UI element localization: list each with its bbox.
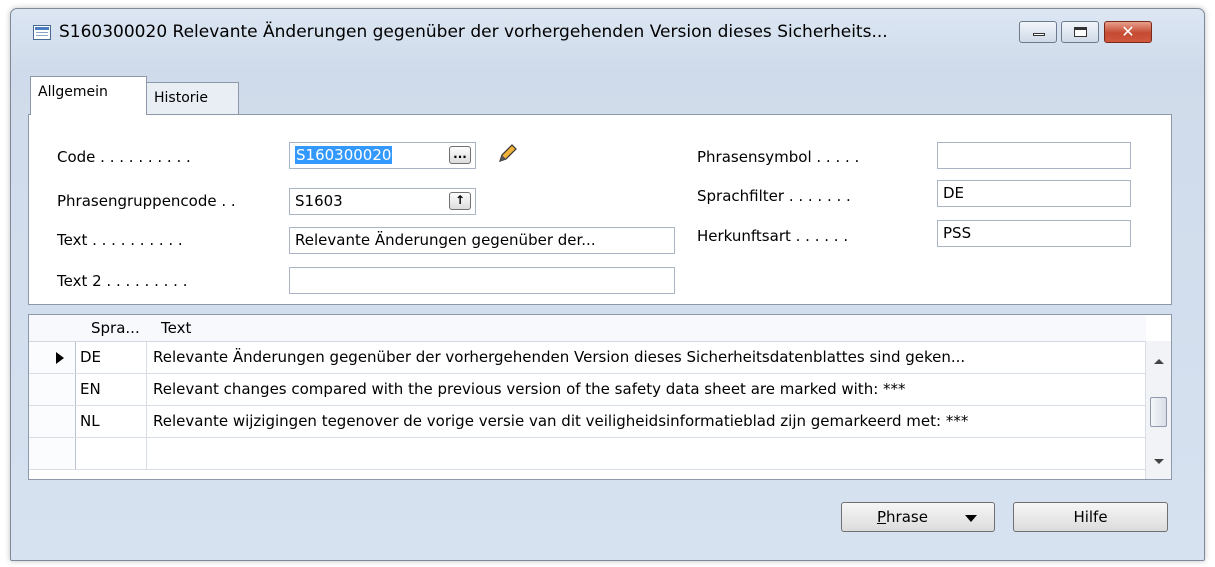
- close-button[interactable]: ✕: [1104, 21, 1152, 43]
- cell-language[interactable]: [80, 438, 147, 469]
- table-row[interactable]: NL Relevante wijzigingen tegenover de vo…: [29, 406, 1146, 438]
- row-selector[interactable]: [29, 374, 76, 405]
- text2-field[interactable]: [289, 267, 675, 294]
- cell-text[interactable]: Relevante Änderungen gegenüber der vorhe…: [153, 342, 1138, 373]
- scroll-up-icon[interactable]: [1154, 359, 1164, 364]
- phrase-button-label: Phrase: [877, 508, 928, 526]
- maximize-icon: [1074, 27, 1087, 37]
- code-field[interactable]: S160300020: [289, 142, 476, 169]
- window-title: S160300020 Relevante Änderungen gegenübe…: [59, 22, 888, 42]
- current-row-arrow-icon: [56, 352, 64, 364]
- general-panel: Code . . . . . . . . . . S160300020 ... …: [28, 114, 1172, 305]
- minimize-button[interactable]: [1019, 21, 1057, 43]
- help-button[interactable]: Hilfe: [1013, 502, 1168, 532]
- chevron-down-icon: [965, 515, 977, 522]
- sprachfilter-field[interactable]: DE: [937, 180, 1131, 207]
- minimize-icon: [1033, 33, 1045, 36]
- table-row[interactable]: DE Relevante Änderungen gegenüber der vo…: [29, 342, 1146, 374]
- phrasensymbol-field[interactable]: [937, 142, 1131, 169]
- phrasengruppencode-field[interactable]: S1603: [289, 188, 476, 215]
- row-selector[interactable]: [29, 406, 76, 437]
- cell-text[interactable]: Relevant changes compared with the previ…: [153, 374, 1138, 405]
- text-label: Text . . . . . . . . . .: [57, 231, 183, 249]
- grid-scrollbar[interactable]: [1145, 341, 1171, 479]
- drilldown-arrow-icon[interactable]: ↑: [449, 192, 471, 210]
- tab-allgemein[interactable]: Allgemein: [30, 76, 147, 115]
- lookup-button[interactable]: ...: [449, 146, 471, 164]
- row-selector[interactable]: [29, 438, 76, 469]
- phrasengruppencode-label: Phrasengruppencode . .: [57, 192, 236, 210]
- sprachfilter-label: Sprachfilter . . . . . . .: [697, 187, 851, 205]
- form-icon: [33, 25, 51, 40]
- close-icon: ✕: [1121, 22, 1135, 41]
- text-field[interactable]: Relevante Änderungen gegenüber der...: [289, 227, 675, 254]
- herkunftsart-field[interactable]: PSS: [937, 220, 1131, 247]
- cell-text[interactable]: Relevante wijzigingen tegenover de vorig…: [153, 406, 1138, 437]
- maximize-button[interactable]: [1061, 21, 1099, 43]
- cell-language[interactable]: DE: [80, 342, 147, 373]
- cell-language[interactable]: EN: [80, 374, 147, 405]
- row-selector[interactable]: [29, 342, 76, 373]
- column-header-language[interactable]: Spra...: [91, 315, 140, 341]
- grid-header: Spra... Text: [29, 315, 1146, 342]
- column-header-text[interactable]: Text: [161, 315, 191, 341]
- tab-historie[interactable]: Historie: [146, 82, 239, 114]
- herkunftsart-label: Herkunftsart . . . . . .: [697, 227, 849, 245]
- table-row[interactable]: EN Relevant changes compared with the pr…: [29, 374, 1146, 406]
- code-label: Code . . . . . . . . . .: [57, 148, 191, 166]
- phrasensymbol-label: Phrasensymbol . . . . .: [697, 148, 860, 166]
- phrase-menu-button[interactable]: Phrase: [841, 502, 995, 532]
- scroll-thumb[interactable]: [1150, 397, 1167, 427]
- edit-pencil-icon[interactable]: [496, 141, 520, 165]
- cell-language[interactable]: NL: [80, 406, 147, 437]
- scroll-down-icon[interactable]: [1154, 459, 1164, 464]
- table-row[interactable]: [29, 438, 1146, 470]
- cell-text[interactable]: [153, 438, 1138, 469]
- translations-grid: Spra... Text DE Relevante Änderungen geg…: [28, 314, 1172, 480]
- title-bar[interactable]: S160300020 Relevante Änderungen gegenübe…: [11, 9, 1204, 55]
- text2-label: Text 2 . . . . . . . . .: [57, 272, 188, 290]
